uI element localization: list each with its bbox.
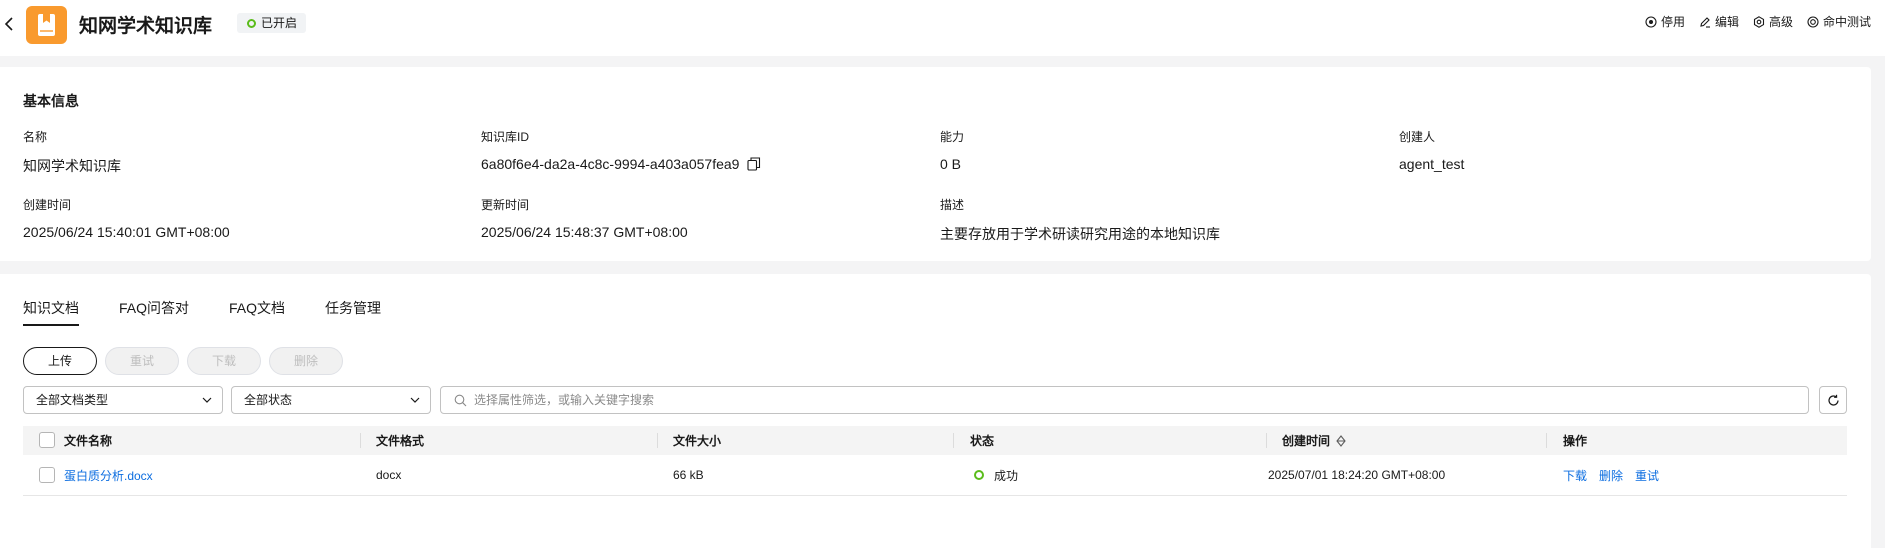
row-actions: 下载 删除 重试 — [1563, 455, 1671, 495]
col-created-time[interactable]: 创建时间 — [1266, 426, 1346, 455]
doc-type-select[interactable]: 全部文档类型 — [23, 386, 223, 414]
field-kb-id: 知识库ID 6a80f6e4-da2a-4c8c-9994-a403a057fe… — [481, 128, 761, 172]
column-divider[interactable] — [1546, 433, 1547, 448]
upload-button[interactable]: 上传 — [23, 347, 97, 375]
file-name-link[interactable]: 蛋白质分析.docx — [64, 467, 153, 484]
column-divider[interactable] — [360, 433, 361, 448]
col-file-format: 文件格式 — [376, 434, 425, 448]
status-select[interactable]: 全部状态 — [231, 386, 431, 414]
tab-bar: 知识文档 FAQ问答对 FAQ文档 任务管理 — [23, 298, 421, 326]
section-title: 基本信息 — [23, 93, 79, 109]
col-file-size: 文件大小 — [673, 434, 722, 448]
stop-icon — [1645, 15, 1657, 28]
sort-icon[interactable] — [1336, 434, 1346, 447]
tab-faq-pairs[interactable]: FAQ问答对 — [119, 298, 189, 326]
page-title: 知网学术知识库 — [79, 16, 213, 37]
field-name: 名称 知网学术知识库 — [23, 130, 121, 174]
col-file-name: 文件名称 — [64, 434, 113, 448]
search-icon — [454, 394, 467, 407]
file-size: 66 kB — [673, 468, 704, 482]
copy-icon[interactable] — [747, 157, 761, 171]
search-box — [440, 386, 1809, 414]
field-creator: 创建人 agent_test — [1399, 130, 1465, 172]
file-created-time: 2025/07/01 18:24:20 GMT+08:00 — [1268, 468, 1446, 482]
column-divider[interactable] — [953, 433, 954, 448]
retry-button[interactable]: 重试 — [105, 347, 179, 375]
field-created-time: 创建时间 2025/06/24 15:40:01 GMT+08:00 — [23, 198, 230, 240]
status-badge: 已开启 — [237, 13, 307, 33]
download-button[interactable]: 下载 — [187, 347, 261, 375]
col-actions: 操作 — [1563, 434, 1588, 448]
row-retry-link[interactable]: 重试 — [1635, 467, 1659, 484]
file-format: docx — [376, 468, 402, 482]
disable-button[interactable]: 停用 — [1645, 13, 1685, 30]
hit-test-button[interactable]: 命中测试 — [1807, 13, 1885, 30]
documents-table: 文件名称 文件格式 文件大小 状态 创建时间 操作 蛋白质分析.docx doc… — [23, 426, 1847, 496]
row-checkbox[interactable] — [39, 467, 55, 483]
column-divider[interactable] — [657, 433, 658, 448]
row-download-link[interactable]: 下载 — [1563, 467, 1587, 484]
status-text: 已开启 — [261, 16, 298, 30]
col-status: 状态 — [970, 434, 995, 448]
knowledge-base-logo-icon — [26, 6, 67, 44]
back-arrow-icon[interactable] — [2, 14, 18, 34]
toolbar: 上传 重试 下载 删除 — [23, 347, 351, 375]
success-status-icon — [974, 470, 984, 480]
gear-icon — [1753, 15, 1765, 28]
field-description: 描述 主要存放用于学术研读研究用途的本地知识库 — [940, 198, 1220, 242]
header-actions: 停用 编辑 高级 命中测试 — [1645, 13, 1885, 30]
tab-knowledge-docs[interactable]: 知识文档 — [23, 298, 79, 326]
delete-button[interactable]: 删除 — [269, 347, 343, 375]
status-dot-icon — [247, 19, 256, 28]
tab-task-management[interactable]: 任务管理 — [325, 298, 381, 326]
field-capacity: 能力 0 B — [940, 130, 965, 172]
refresh-icon — [1828, 394, 1839, 406]
field-updated-time: 更新时间 2025/06/24 15:48:37 GMT+08:00 — [481, 198, 688, 240]
advanced-button[interactable]: 高级 — [1753, 13, 1793, 30]
table-header: 文件名称 文件格式 文件大小 状态 创建时间 操作 — [23, 426, 1847, 455]
tab-faq-docs[interactable]: FAQ文档 — [229, 298, 285, 326]
chevron-down-icon — [202, 397, 212, 403]
row-delete-link[interactable]: 删除 — [1599, 467, 1623, 484]
documents-panel: 知识文档 FAQ问答对 FAQ文档 任务管理 上传 重试 下载 删除 全部文档类… — [0, 274, 1871, 548]
page-header: 知网学术知识库 已开启 停用 编辑 高级 命中测试 — [0, 0, 1885, 56]
search-input[interactable] — [474, 387, 1774, 413]
table-row: 蛋白质分析.docx docx 66 kB 成功 2025/07/01 18:2… — [23, 455, 1847, 496]
edit-icon — [1700, 16, 1710, 28]
hit-test-icon — [1807, 15, 1819, 28]
file-status: 成功 — [974, 455, 1018, 495]
refresh-button[interactable] — [1819, 386, 1847, 414]
select-all-checkbox[interactable] — [39, 432, 55, 448]
edit-button[interactable]: 编辑 — [1699, 13, 1739, 30]
chevron-down-icon — [410, 397, 420, 403]
basic-info-section: 基本信息 名称 知网学术知识库 知识库ID 6a80f6e4-da2a-4c8c… — [0, 67, 1871, 261]
